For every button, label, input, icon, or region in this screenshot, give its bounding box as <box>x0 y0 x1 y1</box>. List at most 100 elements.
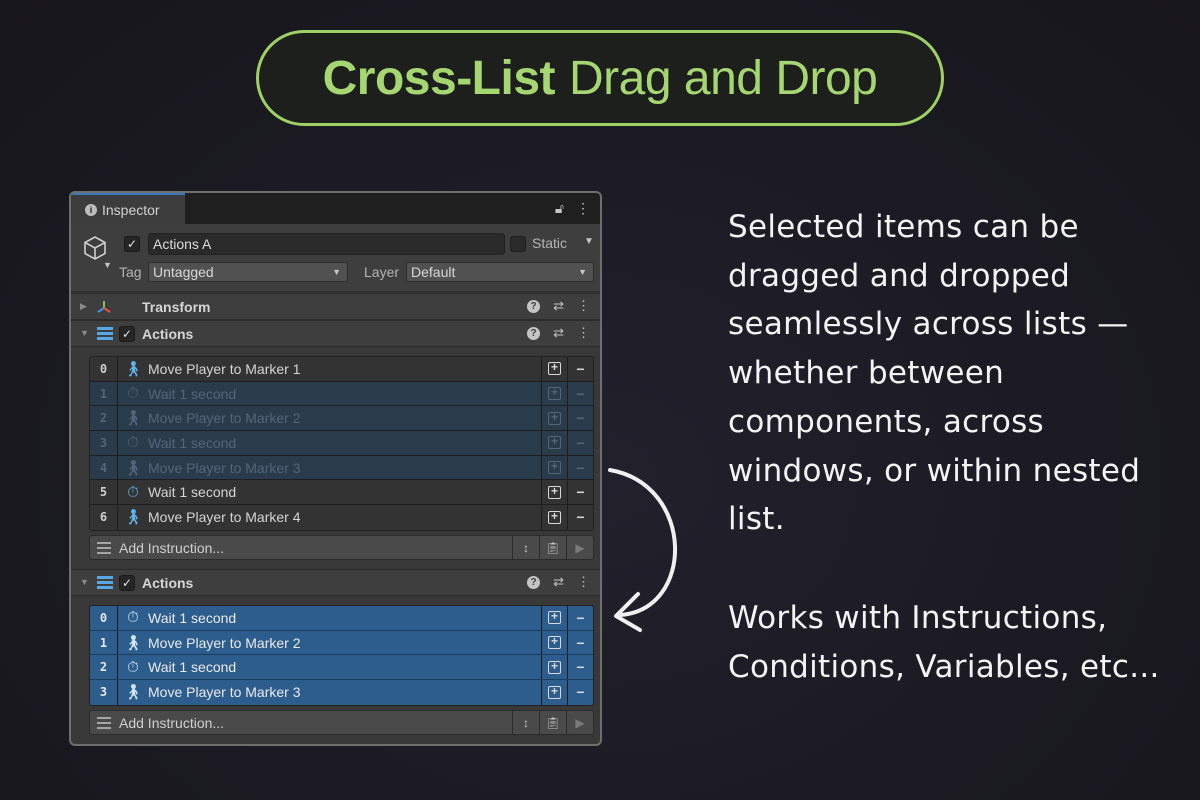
paste-clipboard-icon[interactable]: 📋︎ <box>539 536 566 559</box>
remove-button[interactable]: − <box>567 680 593 705</box>
remove-button[interactable]: − <box>567 357 593 381</box>
preset-sliders-icon[interactable]: ⇄ <box>553 325 564 341</box>
actions-component-header[interactable]: ▼ ✓ Actions ? ⇄ ⋮ <box>71 320 600 347</box>
remove-button[interactable]: − <box>567 630 593 655</box>
remove-button[interactable]: − <box>567 381 593 406</box>
insert-button[interactable]: + <box>541 431 567 455</box>
list-item[interactable]: 3 ⏱︎ Wait 1 second + − <box>90 431 593 456</box>
help-icon[interactable]: ? <box>527 299 541 313</box>
collapse-all-icon[interactable]: ↕ <box>512 711 539 734</box>
plus-box-icon: + <box>548 510 561 524</box>
insert-button[interactable]: + <box>541 606 567 630</box>
preset-sliders-icon[interactable]: ⇄ <box>553 298 564 314</box>
lock-icon[interactable]: 🔓︎ <box>555 200 564 217</box>
plus-box-icon: + <box>548 685 561 699</box>
row-label: Wait 1 second <box>148 434 237 451</box>
title-rest: Drag and Drop <box>569 51 878 105</box>
fold-arrow-icon[interactable]: ▶ <box>80 301 87 312</box>
help-icon[interactable]: ? <box>527 575 541 589</box>
list-item[interactable]: 3 🚶︎ Move Player to Marker 3 + − <box>90 680 593 705</box>
walk-icon: 🚶︎ <box>123 684 143 702</box>
tag-value: Untagged <box>153 264 214 280</box>
row-label: Wait 1 second <box>148 659 237 676</box>
add-instruction-bar: Add Instruction... ↕ 📋︎ ▶ <box>89 710 594 735</box>
chevron-down-icon: ▼ <box>332 267 341 277</box>
list-item[interactable]: 4 🚶︎ Move Player to Marker 3 + − <box>90 455 593 481</box>
row-label: Wait 1 second <box>148 484 237 501</box>
insert-button[interactable]: + <box>541 680 567 705</box>
tag-select[interactable]: Untagged ▼ <box>148 262 348 282</box>
transform-component-header[interactable]: ▶ Transform ? ⇄ ⋮ <box>71 293 600 320</box>
play-icon[interactable]: ▶ <box>566 536 593 559</box>
component-enabled-checkbox[interactable]: ✓ <box>119 326 135 342</box>
remove-button[interactable]: − <box>567 606 593 630</box>
row-label: Move Player to Marker 2 <box>148 634 301 651</box>
kebab-menu-icon[interactable]: ⋮ <box>577 325 590 341</box>
remove-button[interactable]: − <box>567 655 593 680</box>
remove-button[interactable]: − <box>567 480 593 505</box>
add-instruction-button[interactable]: Add Instruction... <box>119 540 512 556</box>
row-index: 2 <box>99 411 108 426</box>
list-item[interactable]: 2 ⏱︎ Wait 1 second + − <box>90 655 593 681</box>
hamburger-icon <box>97 716 111 729</box>
object-name-field[interactable]: Actions A <box>148 233 505 255</box>
kebab-menu-icon[interactable]: ⋮ <box>577 574 590 590</box>
plus-box-icon: + <box>548 635 561 650</box>
static-checkbox[interactable] <box>510 236 526 252</box>
cube-icon[interactable] <box>81 234 109 262</box>
static-dropdown-icon[interactable]: ▼ <box>584 236 594 247</box>
list-item[interactable]: 1 ⏱︎ Wait 1 second + − <box>90 381 593 407</box>
description-paragraph-2: Works with Instructions, Conditions, Var… <box>728 600 1160 685</box>
component-label: Actions <box>142 575 194 591</box>
icon-dropdown-icon[interactable]: ▼ <box>103 260 112 270</box>
insert-button[interactable]: + <box>541 406 567 431</box>
actions-component-header[interactable]: ▼ ✓ Actions ? ⇄ ⋮ <box>71 569 600 596</box>
info-icon: i <box>85 203 97 216</box>
insert-button[interactable]: + <box>541 505 567 530</box>
kebab-menu-icon[interactable]: ⋮ <box>576 200 590 217</box>
list-item[interactable]: 2 🚶︎ Move Player to Marker 2 + − <box>90 406 593 432</box>
component-enabled-checkbox[interactable]: ✓ <box>119 575 135 591</box>
insert-button[interactable]: + <box>541 455 567 480</box>
remove-button[interactable]: − <box>567 505 593 530</box>
add-instruction-button[interactable]: Add Instruction... <box>119 715 512 731</box>
insert-button[interactable]: + <box>541 381 567 406</box>
title-bold: Cross-List <box>322 51 556 105</box>
row-index: 3 <box>99 435 108 450</box>
remove-button[interactable]: − <box>567 455 593 480</box>
help-icon[interactable]: ? <box>527 326 541 340</box>
row-label: Wait 1 second <box>148 385 237 402</box>
list-icon <box>97 327 113 341</box>
fold-arrow-icon[interactable]: ▼ <box>80 328 89 338</box>
play-icon[interactable]: ▶ <box>566 711 593 734</box>
kebab-menu-icon[interactable]: ⋮ <box>577 298 590 314</box>
row-index: 1 <box>99 635 108 650</box>
insert-button[interactable]: + <box>541 630 567 655</box>
tab-inspector[interactable]: i Inspector <box>71 193 185 224</box>
insert-button[interactable]: + <box>541 480 567 505</box>
list-item[interactable]: 5 ⏱︎ Wait 1 second + − <box>90 480 593 506</box>
layer-select[interactable]: Default ▼ <box>406 262 594 282</box>
remove-button[interactable]: − <box>567 431 593 455</box>
hamburger-icon <box>97 541 111 554</box>
insert-button[interactable]: + <box>541 655 567 680</box>
list-item[interactable]: 6 🚶︎ Move Player to Marker 4 + − <box>90 505 593 530</box>
remove-button[interactable]: − <box>567 406 593 431</box>
list-item[interactable]: 1 🚶︎ Move Player to Marker 2 + − <box>90 630 593 656</box>
collapse-all-icon[interactable]: ↕ <box>512 536 539 559</box>
transform-label: Transform <box>142 299 211 315</box>
walk-icon: 🚶︎ <box>123 410 143 428</box>
fold-arrow-icon[interactable]: ▼ <box>80 577 89 587</box>
insert-button[interactable]: + <box>541 357 567 381</box>
timer-icon: ⏱︎ <box>127 385 139 403</box>
walk-icon: 🚶︎ <box>123 459 143 477</box>
component-label: Actions <box>142 326 194 342</box>
preset-sliders-icon[interactable]: ⇄ <box>553 574 564 590</box>
row-label: Move Player to Marker 3 <box>148 459 301 476</box>
walk-icon: 🚶︎ <box>123 509 143 527</box>
active-checkbox[interactable]: ✓ <box>124 236 140 252</box>
list-item[interactable]: 0 🚶︎ Move Player to Marker 1 + − <box>90 357 593 382</box>
row-label: Move Player to Marker 3 <box>148 684 301 701</box>
paste-clipboard-icon[interactable]: 📋︎ <box>539 711 566 734</box>
list-item[interactable]: 0 ⏱︎ Wait 1 second + − <box>90 606 593 631</box>
